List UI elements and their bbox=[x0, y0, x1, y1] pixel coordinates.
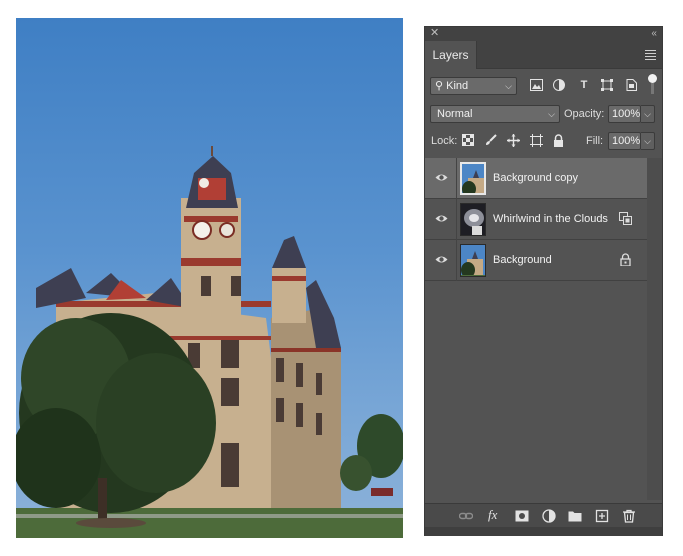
folder-icon[interactable] bbox=[568, 509, 582, 523]
adjustment-icon[interactable] bbox=[542, 509, 556, 523]
pixel-filter-icon[interactable] bbox=[529, 79, 543, 92]
layers-bottom-toolbar: fx bbox=[425, 503, 662, 527]
filter-row: ⚲ Kind ⌵ T bbox=[425, 74, 664, 100]
shape-filter-icon[interactable] bbox=[600, 79, 614, 92]
mask-icon[interactable] bbox=[515, 509, 529, 523]
filter-toggle[interactable] bbox=[648, 74, 658, 96]
layer-name[interactable]: Background bbox=[493, 240, 552, 281]
layer-name[interactable]: Background copy bbox=[493, 158, 578, 199]
blend-mode-value: Normal bbox=[437, 108, 473, 120]
document-canvas[interactable] bbox=[16, 18, 403, 538]
kind-filter-select[interactable]: ⚲ Kind ⌵ bbox=[430, 77, 517, 95]
panel-resize-grip[interactable] bbox=[425, 527, 662, 536]
layer-row-whirlwind[interactable]: Whirlwind in the Clouds bbox=[425, 199, 647, 240]
search-icon: ⚲ bbox=[435, 80, 444, 92]
smart-object-filter-icon[interactable] bbox=[624, 79, 638, 92]
layer-thumbnail[interactable] bbox=[460, 203, 486, 236]
lock-label: Lock: bbox=[431, 135, 458, 147]
blend-mode-select[interactable]: Normal ⌵ bbox=[430, 105, 560, 123]
link-icon[interactable] bbox=[459, 509, 473, 523]
opacity-input[interactable]: 100% bbox=[608, 105, 641, 123]
lock-transparent-pixels-icon[interactable] bbox=[461, 134, 475, 148]
layer-thumbnail[interactable] bbox=[460, 162, 486, 195]
tab-layers[interactable]: Layers bbox=[425, 41, 477, 69]
new-layer-icon[interactable] bbox=[595, 509, 609, 523]
adjustment-filter-icon[interactable] bbox=[552, 79, 566, 92]
fx-icon[interactable]: fx bbox=[488, 508, 506, 522]
visibility-eye-icon[interactable] bbox=[435, 212, 448, 225]
opacity-dropdown-chevron[interactable]: ⌵ bbox=[641, 105, 655, 123]
panel-title-bar: ✕ ‹‹ bbox=[425, 27, 662, 41]
collapse-icon[interactable]: ‹‹ bbox=[651, 27, 657, 40]
panel-menu-icon[interactable] bbox=[645, 50, 656, 60]
lock-image-pixels-icon[interactable] bbox=[484, 134, 498, 148]
chevron-down-icon: ⌵ bbox=[548, 109, 555, 119]
layers-panel: ✕ ‹‹ Layers ⚲ Kind ⌵ T Normal ⌵ Opacity:… bbox=[424, 26, 663, 536]
layer-row-background-copy[interactable]: Background copy bbox=[425, 158, 647, 199]
layers-list: Background copy Whirlwind in the Clouds … bbox=[425, 158, 647, 281]
type-filter-icon[interactable]: T bbox=[577, 79, 591, 92]
opacity-label: Opacity: bbox=[564, 108, 605, 120]
divider bbox=[456, 199, 457, 240]
layer-thumbnail[interactable] bbox=[460, 244, 486, 277]
courthouse-photo bbox=[16, 146, 403, 538]
lock-all-icon[interactable] bbox=[551, 134, 565, 148]
layers-scrollbar[interactable] bbox=[647, 158, 662, 500]
divider bbox=[456, 240, 457, 281]
fill-input[interactable]: 100% bbox=[608, 132, 641, 150]
chevron-down-icon: ⌵ bbox=[505, 81, 512, 91]
visibility-eye-icon[interactable] bbox=[435, 171, 448, 184]
visibility-eye-icon[interactable] bbox=[435, 253, 448, 266]
lock-row: Lock: Fill: 100% ⌵ bbox=[425, 132, 664, 154]
panel-tab-row: Layers bbox=[425, 41, 662, 69]
fill-dropdown-chevron[interactable]: ⌵ bbox=[641, 132, 655, 150]
lock-icon[interactable] bbox=[619, 253, 632, 266]
smart-object-icon bbox=[619, 212, 632, 225]
trash-icon[interactable] bbox=[622, 509, 636, 523]
layer-row-background[interactable]: Background bbox=[425, 240, 647, 281]
lock-artboard-icon[interactable] bbox=[529, 134, 543, 148]
close-icon[interactable]: ✕ bbox=[430, 27, 439, 40]
lock-position-icon[interactable] bbox=[506, 134, 520, 148]
fill-label: Fill: bbox=[586, 135, 604, 147]
layer-name[interactable]: Whirlwind in the Clouds bbox=[493, 199, 608, 240]
divider bbox=[456, 158, 457, 199]
kind-label: Kind bbox=[446, 80, 469, 92]
blend-row: Normal ⌵ Opacity: 100% ⌵ bbox=[425, 105, 664, 127]
